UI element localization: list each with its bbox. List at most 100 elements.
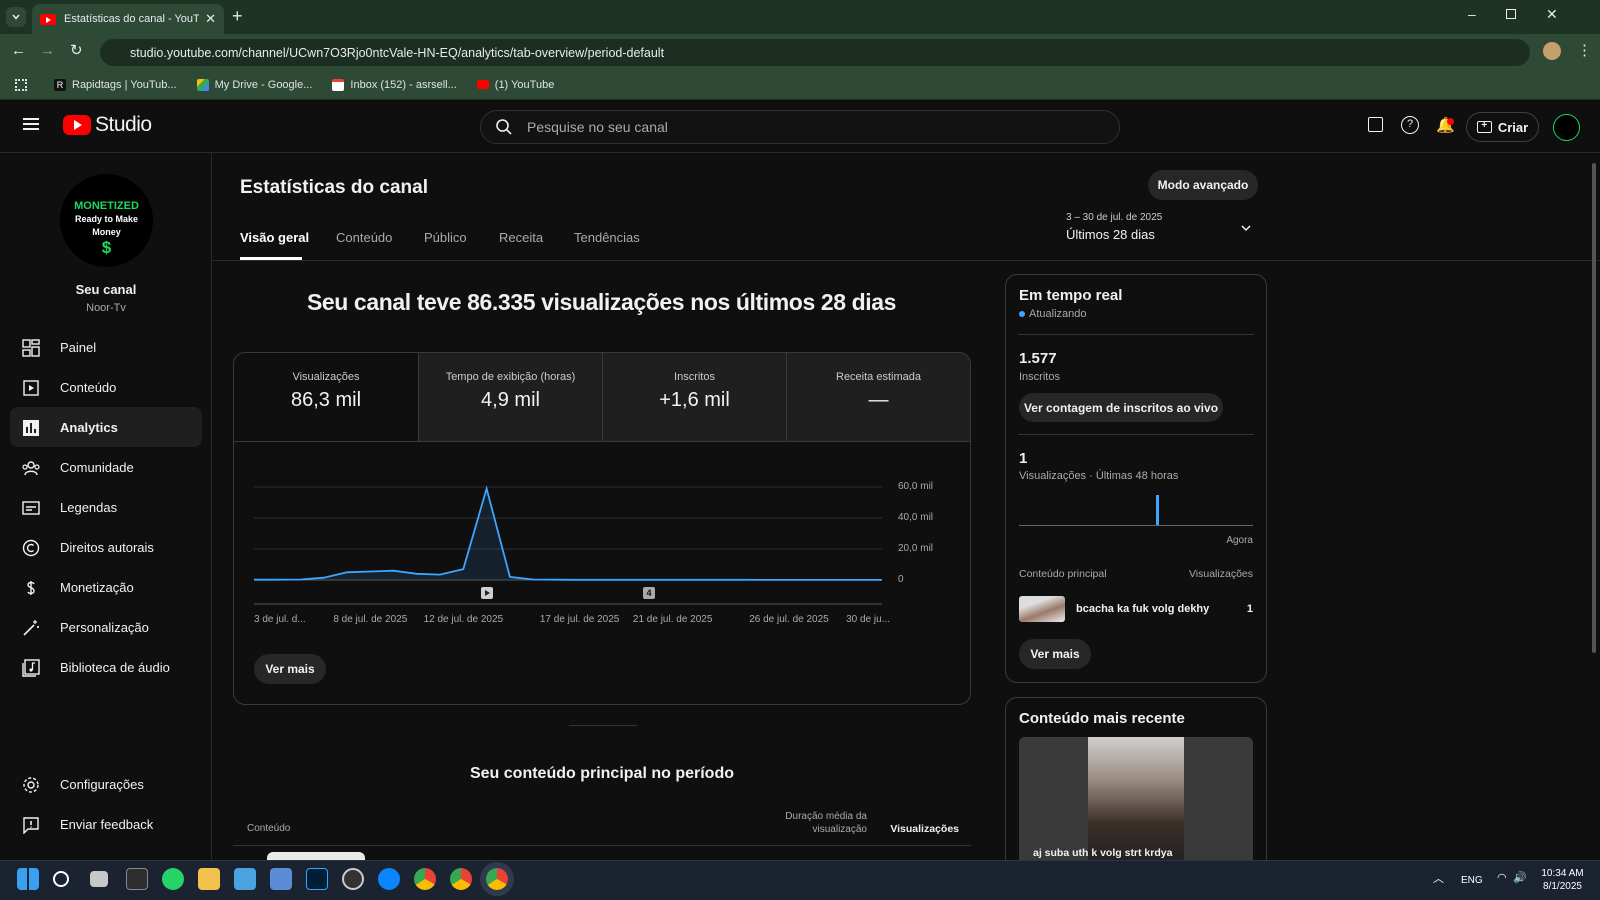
close-window-button[interactable]: ✕ [1546, 6, 1558, 23]
metric-subscribers[interactable]: Inscritos +1,6 mil [602, 353, 786, 441]
microsoft-store-icon[interactable] [234, 868, 256, 890]
photoshop-icon[interactable] [306, 868, 328, 890]
top-item-title: bcacha ka fuk volg dekhy [1076, 603, 1210, 615]
sidebar-item-direitos-autorais[interactable]: Direitos autorais [10, 527, 202, 567]
sidebar-item-conteudo[interactable]: Conteúdo [10, 367, 202, 407]
table-header-divider [233, 845, 971, 846]
youtube-studio-logo[interactable]: Studio [63, 113, 152, 137]
volume-icon[interactable]: 🔊 [1513, 871, 1527, 884]
terminal-icon[interactable] [126, 868, 148, 890]
metric-watch-time[interactable]: Tempo de exibição (horas) 4,9 mil [418, 353, 602, 441]
photos-icon[interactable] [270, 868, 292, 890]
section-divider [569, 725, 637, 726]
page-scrollbar[interactable] [1592, 163, 1596, 653]
channel-name: Noor-Tv [86, 302, 126, 314]
browser-tab-active[interactable]: Estatísticas do canal - YouTube ✕ [32, 4, 224, 34]
sidebar-item-biblioteca-audio[interactable]: Biblioteca de áudio [10, 647, 202, 687]
copyright-icon [22, 539, 40, 557]
close-tab-icon[interactable]: ✕ [205, 11, 216, 27]
browser-menu-icon[interactable]: ⋮ [1577, 41, 1592, 59]
url-text: studio.youtube.com/channel/UCwn7O3Rjo0nt… [130, 45, 665, 60]
chrome-active-icon[interactable] [486, 868, 508, 890]
sidebar-item-configuracoes[interactable]: Configurações [10, 764, 202, 804]
advanced-mode-button[interactable]: Modo avançado [1148, 170, 1258, 200]
bookmark-google-drive[interactable]: My Drive - Google... [196, 78, 312, 91]
live-subscriber-count-button[interactable]: Ver contagem de inscritos ao vivo [1019, 393, 1223, 422]
realtime-see-more-button[interactable]: Ver mais [1019, 639, 1091, 669]
youtube-logo-icon [63, 115, 91, 135]
forward-arrow-icon[interactable]: → [40, 42, 55, 59]
channel-search-input[interactable]: Pesquise no seu canal [480, 110, 1120, 144]
messages-icon[interactable] [1368, 117, 1383, 132]
help-icon[interactable]: ? [1401, 116, 1419, 134]
top-content-title: Seu conteúdo principal no período [469, 765, 734, 782]
new-tab-button[interactable]: + [232, 6, 243, 27]
tab-receita[interactable]: Receita [499, 230, 543, 245]
profile-avatar[interactable] [1543, 42, 1561, 60]
metric-estimated-revenue[interactable]: Receita estimada — [786, 353, 970, 441]
video-thumbnail [1019, 596, 1065, 622]
windows-start-icon[interactable] [17, 868, 39, 890]
sidebar-item-comunidade[interactable]: Comunidade [10, 447, 202, 487]
tab-title: Estatísticas do canal - YouTube [64, 13, 200, 25]
tray-chevron-up-icon[interactable]: ︿ [1433, 870, 1444, 886]
messenger-icon[interactable] [378, 868, 400, 890]
whatsapp-icon[interactable] [162, 868, 184, 890]
dashboard-icon [22, 339, 40, 357]
maximize-window-button[interactable] [1506, 9, 1516, 19]
table-header-avg-duration[interactable]: Duração média da visualização [770, 810, 867, 836]
video-marker-icon[interactable] [481, 587, 493, 599]
sidebar-item-legendas[interactable]: Legendas [10, 487, 202, 527]
language-indicator[interactable]: ENG [1461, 875, 1483, 886]
see-more-button[interactable]: Ver mais [254, 654, 326, 684]
address-bar[interactable]: studio.youtube.com/channel/UCwn7O3Rjo0nt… [100, 39, 1530, 66]
realtime-subscribers-value: 1.577 [1019, 350, 1057, 367]
reload-icon[interactable]: ↻ [70, 41, 83, 59]
sidebar-item-personalizacao[interactable]: Personalização [10, 607, 202, 647]
tab-visao-geral[interactable]: Visão geral [240, 230, 309, 245]
recent-video-thumbnail[interactable]: aj suba uth k volg strt krdya [1019, 737, 1253, 860]
table-row-thumbnail[interactable] [267, 852, 365, 860]
metric-views[interactable]: Visualizações 86,3 mil [234, 353, 418, 441]
overview-chart-card: Visualizações 86,3 mil Tempo de exibição… [233, 352, 971, 705]
create-button[interactable]: + Criar [1466, 112, 1539, 142]
chrome-profile-icon[interactable] [450, 868, 472, 890]
wifi-icon[interactable]: ◠ [1497, 871, 1507, 884]
account-avatar[interactable] [1553, 114, 1580, 141]
realtime-top-content-label: Conteúdo principal [1019, 568, 1107, 580]
sidebar-item-enviar-feedback[interactable]: Enviar feedback [10, 804, 202, 844]
clock[interactable]: 10:34 AM 8/1/2025 [1535, 867, 1590, 893]
realtime-now-label: Agora [1226, 535, 1253, 546]
chrome-icon[interactable] [414, 868, 436, 890]
obs-icon[interactable] [342, 868, 364, 890]
search-icon [496, 119, 512, 135]
tab-conteudo[interactable]: Conteúdo [336, 230, 392, 245]
task-view-icon[interactable] [90, 871, 108, 887]
tab-search-button[interactable] [6, 7, 26, 27]
chart-x-tick-label: 30 de ju... [846, 614, 890, 625]
views-headline: Seu canal teve 86.335 visualizações nos … [306, 289, 897, 315]
date-range-selector[interactable]: 3 – 30 de jul. de 2025 Últimos 28 dias [1066, 212, 1258, 246]
hamburger-menu-icon[interactable] [23, 118, 39, 130]
bookmark-youtube[interactable]: (1) YouTube [476, 79, 554, 91]
minimize-window-button[interactable]: – [1468, 6, 1476, 22]
tab-tendencias[interactable]: Tendências [574, 230, 640, 245]
chart-marker-badge[interactable]: 4 [643, 587, 655, 599]
chart-y-tick-label: 40,0 mil [898, 512, 934, 523]
bookmark-gmail[interactable]: Inbox (152) - asrsell... [332, 78, 457, 91]
file-explorer-icon[interactable] [198, 868, 220, 890]
chevron-down-icon [1241, 225, 1251, 232]
channel-avatar[interactable]: MONETIZED Ready to Make Money $ [60, 174, 153, 267]
back-arrow-icon[interactable]: ← [11, 42, 26, 59]
chevron-down-icon [12, 14, 20, 20]
bookmark-rapidtags[interactable]: R Rapidtags | YouTub... [54, 78, 177, 91]
sidebar-item-analytics[interactable]: Analytics [10, 407, 202, 447]
taskbar-search-icon[interactable] [53, 871, 69, 887]
tab-publico[interactable]: Público [424, 230, 467, 245]
sidebar-item-monetizacao[interactable]: Monetização [10, 567, 202, 607]
realtime-top-item[interactable]: bcacha ka fuk volg dekhy 1 [1019, 596, 1253, 622]
table-header-views[interactable]: Visualizações [880, 823, 959, 835]
apps-grid-icon[interactable] [15, 79, 27, 91]
realtime-views-col-label: Visualizações [1188, 568, 1253, 580]
sidebar-item-painel[interactable]: Painel [10, 327, 202, 367]
